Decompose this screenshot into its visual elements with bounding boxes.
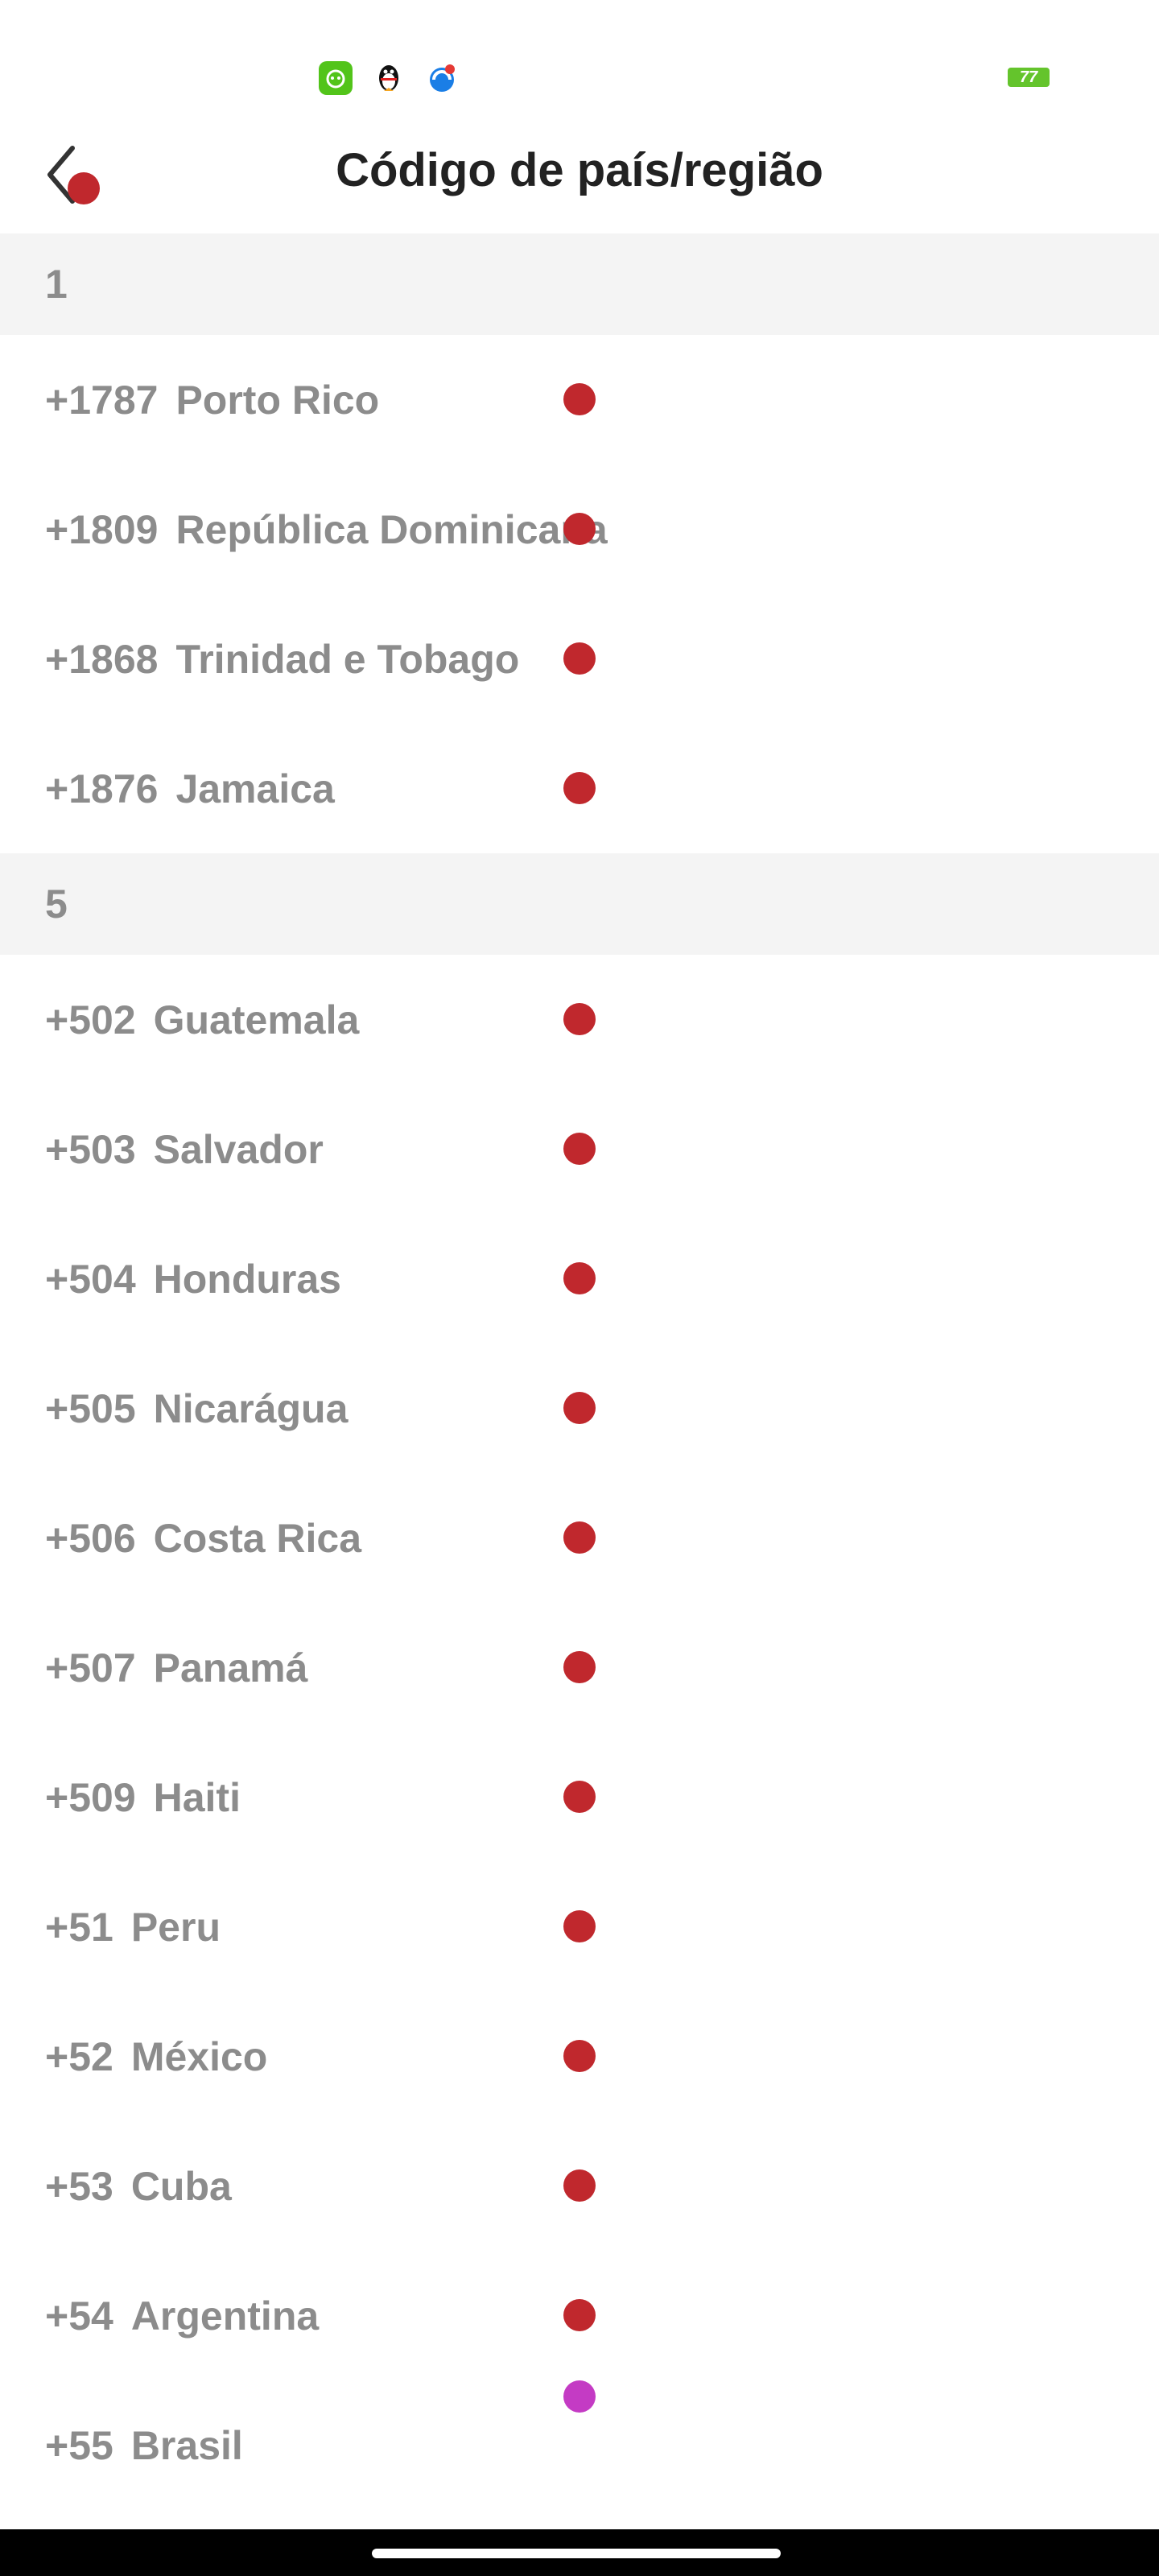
battery-icon: 77 xyxy=(1008,68,1050,87)
country-name: Cuba xyxy=(130,2163,232,2209)
country-name: Panamá xyxy=(153,1645,308,1690)
country-code: +52 xyxy=(45,2033,113,2079)
country-name: México xyxy=(130,2033,268,2079)
country-code: +502 xyxy=(45,997,136,1042)
country-name: Jamaica xyxy=(175,766,335,811)
country-code: +506 xyxy=(45,1515,136,1561)
touch-indicator-dot-icon xyxy=(563,2380,596,2413)
qq-penguin-icon xyxy=(372,61,406,95)
country-code-list[interactable]: 1 +1787 Porto Rico +1809 República Domin… xyxy=(0,233,1159,2510)
marker-dot-icon xyxy=(563,1003,596,1035)
list-item[interactable]: +53 Cuba xyxy=(0,2121,1159,2251)
top-app-bar: Código de país/região xyxy=(0,121,1159,233)
app-notification-icon xyxy=(319,61,353,95)
list-item[interactable]: +507 Panamá xyxy=(0,1603,1159,1732)
marker-dot-icon xyxy=(563,1651,596,1683)
status-bar: 77 xyxy=(0,0,1159,121)
list-item[interactable]: +1787 Porto Rico xyxy=(0,335,1159,464)
list-item[interactable]: +509 Haiti xyxy=(0,1732,1159,1862)
list-item[interactable]: +502 Guatemala xyxy=(0,955,1159,1084)
list-item[interactable]: +51 Peru xyxy=(0,1862,1159,1992)
country-name: Trinidad e Tobago xyxy=(175,636,520,682)
list-item[interactable]: +52 México xyxy=(0,1992,1159,2121)
marker-dot-icon xyxy=(563,2040,596,2072)
browser-icon xyxy=(425,61,459,95)
list-item[interactable]: +1868 Trinidad e Tobago xyxy=(0,594,1159,724)
country-code: +504 xyxy=(45,1256,136,1302)
system-navigation-bar xyxy=(0,2529,1159,2576)
country-name: Haiti xyxy=(153,1774,241,1820)
notification-icons xyxy=(319,61,459,95)
marker-dot-icon xyxy=(563,1910,596,1942)
marker-dot-icon xyxy=(563,1781,596,1813)
country-name: Costa Rica xyxy=(153,1515,362,1561)
country-code: +1787 xyxy=(45,377,159,423)
marker-dot-icon xyxy=(563,1262,596,1294)
list-item[interactable]: +503 Salvador xyxy=(0,1084,1159,1214)
section-header-1: 1 xyxy=(0,233,1159,335)
list-item[interactable]: +506 Costa Rica xyxy=(0,1473,1159,1603)
country-name: Honduras xyxy=(153,1256,341,1302)
country-name: Brasil xyxy=(130,2422,243,2468)
country-code: +51 xyxy=(45,1904,113,1950)
country-code: +1809 xyxy=(45,506,159,552)
list-item[interactable]: +504 Honduras xyxy=(0,1214,1159,1344)
marker-dot-icon xyxy=(563,642,596,675)
list-item[interactable]: +1809 República Dominicana xyxy=(0,464,1159,594)
country-code: +509 xyxy=(45,1774,136,1820)
marker-dot-icon xyxy=(563,2169,596,2202)
marker-dot-icon xyxy=(563,383,596,415)
country-name: Porto Rico xyxy=(175,377,380,423)
home-indicator[interactable] xyxy=(372,2549,781,2558)
country-code: +1876 xyxy=(45,766,159,811)
country-name: República Dominicana xyxy=(175,506,608,552)
country-code: +503 xyxy=(45,1126,136,1172)
country-code: +54 xyxy=(45,2293,113,2339)
marker-dot-icon xyxy=(563,513,596,545)
section-header-5: 5 xyxy=(0,853,1159,955)
list-item[interactable]: +505 Nicarágua xyxy=(0,1344,1159,1473)
country-code: +1868 xyxy=(45,636,159,682)
country-name: Argentina xyxy=(130,2293,320,2339)
country-name: Salvador xyxy=(153,1126,324,1172)
country-code: +53 xyxy=(45,2163,113,2209)
country-code: +55 xyxy=(45,2422,113,2468)
country-code: +505 xyxy=(45,1385,136,1431)
country-code: +507 xyxy=(45,1645,136,1690)
country-name: Peru xyxy=(130,1904,221,1950)
list-item[interactable]: +55 Brasil xyxy=(0,2380,1159,2510)
marker-dot-icon xyxy=(563,2299,596,2331)
marker-dot-icon xyxy=(563,1521,596,1554)
list-item[interactable]: +1876 Jamaica xyxy=(0,724,1159,853)
country-name: Nicarágua xyxy=(153,1385,349,1431)
marker-dot-icon xyxy=(563,772,596,804)
country-name: Guatemala xyxy=(153,997,360,1042)
page-title: Código de país/região xyxy=(336,144,823,196)
marker-dot-icon xyxy=(563,1392,596,1424)
marker-dot-icon xyxy=(563,1133,596,1165)
list-item[interactable]: +54 Argentina xyxy=(0,2251,1159,2380)
